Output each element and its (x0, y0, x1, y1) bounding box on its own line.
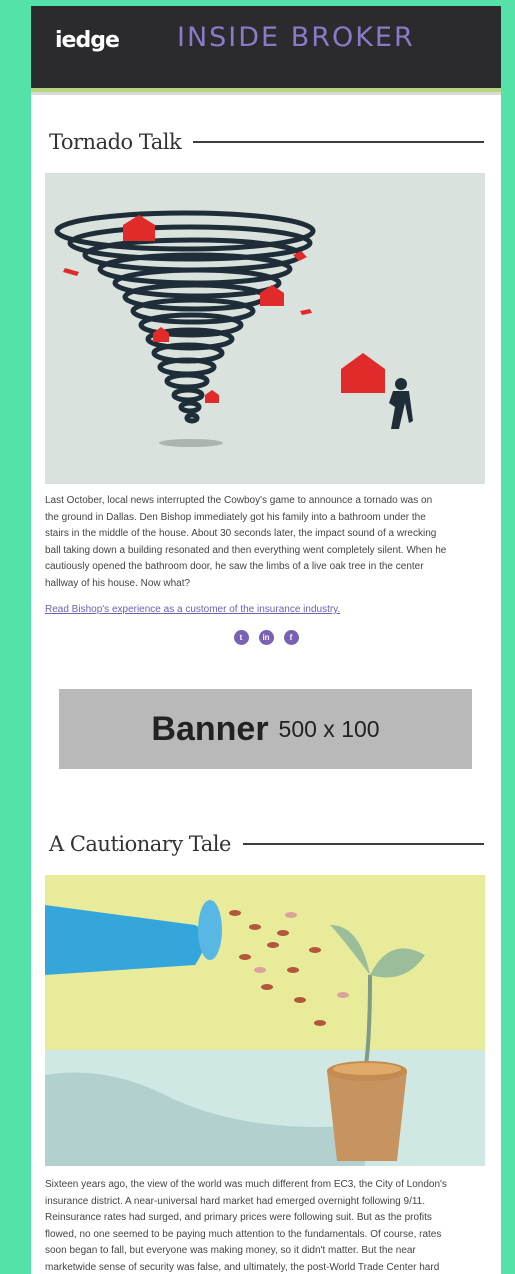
header-divider (31, 92, 501, 95)
text-line: Sixteen years ago, the view of the world… (45, 1179, 447, 1190)
article2-header: A Cautionary Tale (49, 832, 484, 856)
text-line: stairs in the middle of the house. About… (45, 528, 437, 539)
twitter-icon[interactable]: t (233, 630, 249, 645)
text-line: Reinsurance rates had surged, and primar… (45, 1212, 432, 1223)
article1-header: Tornado Talk (49, 130, 484, 154)
article1-title: Tornado Talk (49, 130, 182, 154)
banner-label: Banner (151, 709, 269, 748)
article2-body: Sixteen years ago, the view of the world… (45, 1177, 485, 1274)
text-line: cautiously opened the bathroom door, he … (45, 561, 424, 572)
text-line: insurance district. A near-universal har… (45, 1195, 426, 1207)
header-bar: iedge INSIDE BROKER (31, 6, 501, 88)
article1-read-more-link[interactable]: Read Bishop's experience as a customer o… (45, 604, 340, 615)
text-line: soon began to fall, but everyone was mak… (45, 1245, 416, 1256)
social-share-row: t in f (31, 630, 501, 645)
text-line: Last October, local news interrupted the… (45, 495, 433, 506)
newsletter: iedge INSIDE BROKER Tornado Talk Last Oc… (31, 6, 501, 1274)
money-plant-illustration (45, 875, 485, 1166)
edge-logo[interactable]: iedge (55, 28, 120, 53)
text-line: hallway of his house. Now what? (45, 577, 191, 589)
ad-banner[interactable]: Banner 500 x 100 (59, 689, 472, 769)
text-line: ball taking down a building resonated an… (45, 544, 447, 556)
article1-body: Last October, local news interrupted the… (45, 493, 485, 592)
title-rule (242, 843, 484, 845)
linkedin-icon[interactable]: in (258, 630, 274, 645)
title-rule (193, 141, 484, 143)
text-line: flowed, no one seemed to be paying much … (45, 1228, 442, 1240)
text-line: the ground in Dallas. Den Bishop immedia… (45, 511, 426, 523)
tornado-illustration (45, 173, 485, 484)
brand-title: INSIDE BROKER (177, 22, 415, 53)
banner-size: 500 x 100 (278, 715, 380, 742)
facebook-icon[interactable]: f (283, 630, 299, 645)
text-line: marketwide sense of security was false, … (45, 1261, 440, 1273)
article2-title: A Cautionary Tale (49, 832, 231, 856)
